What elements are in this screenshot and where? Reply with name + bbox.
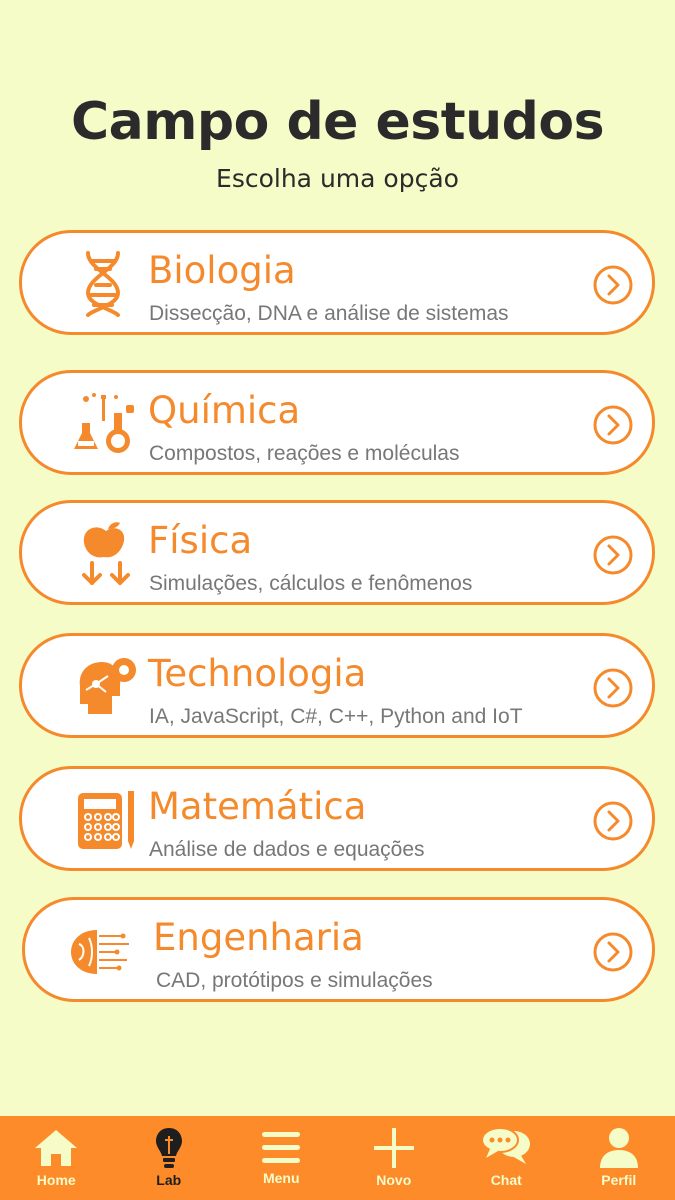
chevron-right-icon[interactable]	[592, 667, 634, 709]
page-title: Campo de estudos	[70, 92, 605, 152]
card-matematica[interactable]: Matemática Análise de dados e equações	[19, 766, 655, 871]
card-title: Biologia	[148, 249, 296, 292]
card-title: Química	[148, 389, 301, 432]
calculator-pencil-icon	[74, 785, 138, 853]
card-title: Matemática	[148, 785, 367, 828]
nav-item-home[interactable]: Home	[0, 1116, 113, 1200]
chevron-right-icon[interactable]	[592, 931, 634, 973]
chat-bubbles-icon	[480, 1126, 532, 1170]
nav-item-novo[interactable]: Novo	[338, 1116, 451, 1200]
card-description: CAD, protótipos e simulações	[156, 969, 433, 992]
nav-label: Menu	[262, 1170, 300, 1186]
card-title: Física	[148, 519, 253, 562]
lightbulb-icon	[146, 1126, 192, 1170]
chevron-right-icon[interactable]	[592, 404, 634, 446]
card-description: Simulações, cálculos e fenômenos	[149, 572, 473, 595]
card-quimica[interactable]: Química Compostos, reações e moléculas	[19, 370, 655, 475]
card-technologia[interactable]: Technologia IA, JavaScript, C#, C++, Pyt…	[19, 633, 655, 738]
nav-label: Home	[36, 1172, 76, 1188]
card-biologia[interactable]: Biologia Dissecção, DNA e análise de sis…	[19, 230, 655, 335]
nav-item-menu[interactable]: Menu	[225, 1116, 338, 1200]
nav-item-perfil[interactable]: Perfil	[563, 1116, 675, 1200]
card-title: Engenharia	[153, 916, 364, 959]
card-engenharia[interactable]: Engenharia CAD, protótipos e simulações	[22, 897, 655, 1002]
circuit-brain-icon	[67, 916, 131, 984]
nav-label: Novo	[376, 1172, 412, 1188]
bottom-nav: Home Lab Menu Novo Chat Perfil	[0, 1116, 675, 1200]
chevron-right-icon[interactable]	[592, 534, 634, 576]
nav-label: Perfil	[601, 1172, 637, 1188]
page-subtitle: Escolha uma opção	[216, 164, 459, 193]
card-fisica[interactable]: Física Simulações, cálculos e fenômenos	[19, 500, 655, 605]
card-description: Análise de dados e equações	[149, 838, 425, 861]
user-profile-icon	[596, 1126, 642, 1170]
hamburger-menu-icon	[258, 1126, 304, 1170]
dna-icon	[74, 249, 138, 317]
ai-head-gear-icon	[74, 652, 138, 720]
plus-icon	[371, 1126, 417, 1170]
nav-label: Chat	[490, 1172, 522, 1188]
nav-label: Lab	[156, 1172, 182, 1188]
card-description: Dissecção, DNA e análise de sistemas	[149, 302, 509, 325]
home-icon	[33, 1126, 79, 1170]
card-title: Technologia	[148, 652, 367, 695]
falling-apple-icon	[74, 519, 138, 587]
nav-item-chat[interactable]: Chat	[450, 1116, 563, 1200]
chevron-right-icon[interactable]	[592, 264, 634, 306]
card-description: IA, JavaScript, C#, C++, Python and IoT	[149, 705, 523, 728]
card-description: Compostos, reações e moléculas	[149, 442, 460, 465]
nav-item-lab[interactable]: Lab	[113, 1116, 226, 1200]
chemistry-flask-icon	[74, 389, 138, 457]
chevron-right-icon[interactable]	[592, 800, 634, 842]
